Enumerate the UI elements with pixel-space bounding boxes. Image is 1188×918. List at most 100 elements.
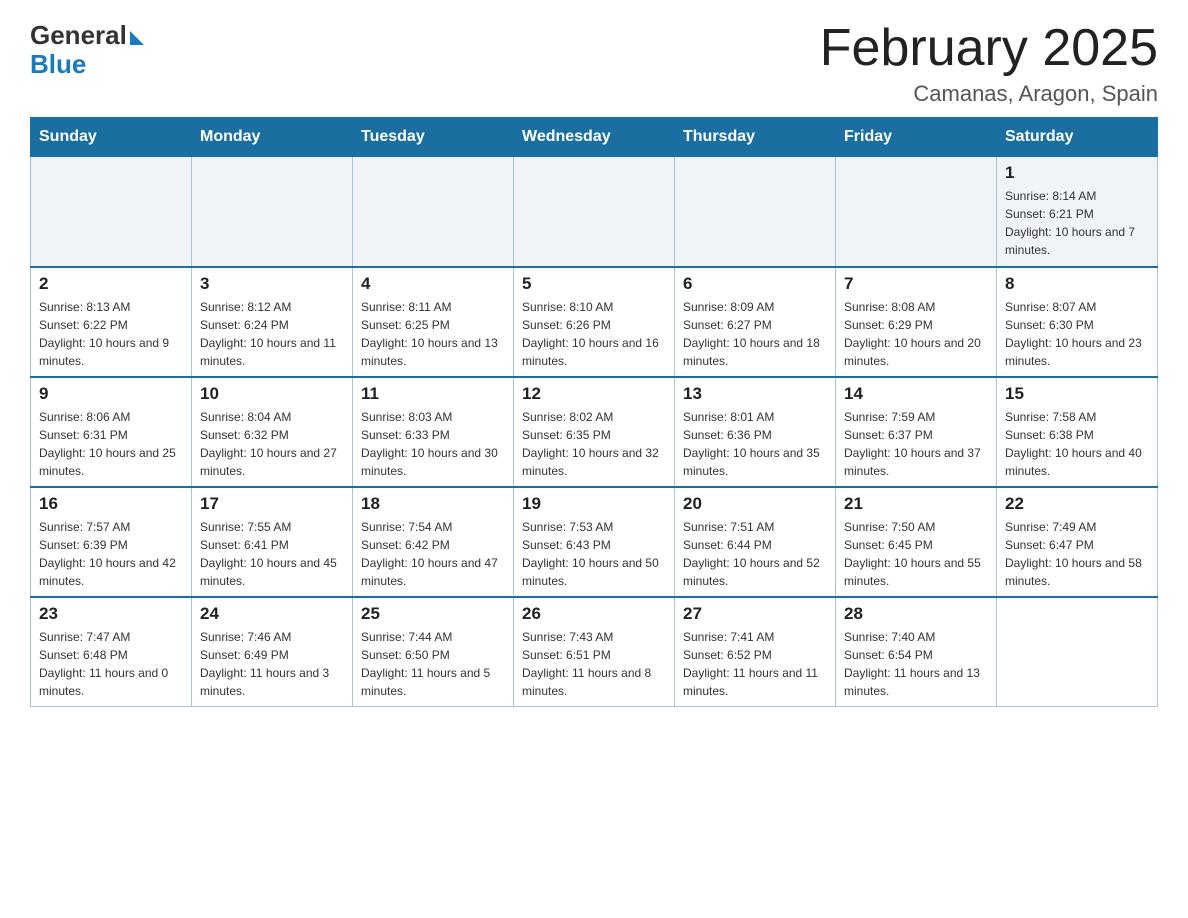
day-info: Sunrise: 8:14 AMSunset: 6:21 PMDaylight:… [1005, 187, 1149, 259]
day-info: Sunrise: 8:08 AMSunset: 6:29 PMDaylight:… [844, 298, 988, 370]
day-number: 15 [1005, 384, 1149, 404]
calendar-subtitle: Camanas, Aragon, Spain [820, 81, 1158, 107]
calendar-week-row: 1Sunrise: 8:14 AMSunset: 6:21 PMDaylight… [31, 157, 1158, 267]
day-number: 25 [361, 604, 505, 624]
day-info: Sunrise: 8:02 AMSunset: 6:35 PMDaylight:… [522, 408, 666, 480]
day-info: Sunrise: 7:50 AMSunset: 6:45 PMDaylight:… [844, 518, 988, 590]
calendar-week-row: 16Sunrise: 7:57 AMSunset: 6:39 PMDayligh… [31, 487, 1158, 597]
day-info: Sunrise: 7:41 AMSunset: 6:52 PMDaylight:… [683, 628, 827, 700]
day-info: Sunrise: 7:49 AMSunset: 6:47 PMDaylight:… [1005, 518, 1149, 590]
day-info: Sunrise: 7:58 AMSunset: 6:38 PMDaylight:… [1005, 408, 1149, 480]
logo: General Blue [30, 20, 144, 80]
calendar-cell [997, 597, 1158, 707]
day-info: Sunrise: 8:01 AMSunset: 6:36 PMDaylight:… [683, 408, 827, 480]
calendar-cell: 15 Sunrise: 7:58 AMSunset: 6:38 PMDayligh… [997, 377, 1158, 487]
calendar-cell: 7 Sunrise: 8:08 AMSunset: 6:29 PMDaylight… [836, 267, 997, 377]
day-number: 9 [39, 384, 183, 404]
day-number: 19 [522, 494, 666, 514]
calendar-cell: 2 Sunrise: 8:13 AMSunset: 6:22 PMDaylight… [31, 267, 192, 377]
day-info: Sunrise: 7:57 AMSunset: 6:39 PMDaylight:… [39, 518, 183, 590]
calendar-cell: 26Sunrise: 7:43 AMSunset: 6:51 PMDayligh… [514, 597, 675, 707]
day-info: Sunrise: 7:46 AMSunset: 6:49 PMDaylight:… [200, 628, 344, 700]
day-number: 27 [683, 604, 827, 624]
calendar-cell: 6 Sunrise: 8:09 AMSunset: 6:27 PMDaylight… [675, 267, 836, 377]
weekday-header-tuesday: Tuesday [353, 118, 514, 157]
logo-arrow-icon [130, 31, 144, 45]
day-number: 11 [361, 384, 505, 404]
weekday-header-sunday: Sunday [31, 118, 192, 157]
calendar-cell [192, 157, 353, 267]
day-number: 28 [844, 604, 988, 624]
calendar-cell [353, 157, 514, 267]
weekday-header-saturday: Saturday [997, 118, 1158, 157]
calendar-cell: 14Sunrise: 7:59 AMSunset: 6:37 PMDayligh… [836, 377, 997, 487]
day-info: Sunrise: 7:47 AMSunset: 6:48 PMDaylight:… [39, 628, 183, 700]
weekday-header-thursday: Thursday [675, 118, 836, 157]
calendar-cell: 28Sunrise: 7:40 AMSunset: 6:54 PMDayligh… [836, 597, 997, 707]
day-number: 10 [200, 384, 344, 404]
day-info: Sunrise: 7:53 AMSunset: 6:43 PMDaylight:… [522, 518, 666, 590]
calendar-title: February 2025 [820, 20, 1158, 77]
day-number: 7 [844, 274, 988, 294]
calendar-cell: 4 Sunrise: 8:11 AMSunset: 6:25 PMDaylight… [353, 267, 514, 377]
weekday-header-friday: Friday [836, 118, 997, 157]
day-info: Sunrise: 8:07 AMSunset: 6:30 PMDaylight:… [1005, 298, 1149, 370]
day-info: Sunrise: 8:13 AMSunset: 6:22 PMDaylight:… [39, 298, 183, 370]
calendar-cell: 3 Sunrise: 8:12 AMSunset: 6:24 PMDaylight… [192, 267, 353, 377]
calendar-cell: 12 Sunrise: 8:02 AMSunset: 6:35 PMDayligh… [514, 377, 675, 487]
calendar-cell: 21 Sunrise: 7:50 AMSunset: 6:45 PMDayligh… [836, 487, 997, 597]
day-number: 22 [1005, 494, 1149, 514]
day-number: 6 [683, 274, 827, 294]
day-info: Sunrise: 8:11 AMSunset: 6:25 PMDaylight:… [361, 298, 505, 370]
day-number: 4 [361, 274, 505, 294]
calendar-week-row: 9 Sunrise: 8:06 AMSunset: 6:31 PMDaylight… [31, 377, 1158, 487]
day-number: 13 [683, 384, 827, 404]
day-number: 17 [200, 494, 344, 514]
calendar-week-row: 23Sunrise: 7:47 AMSunset: 6:48 PMDayligh… [31, 597, 1158, 707]
day-number: 21 [844, 494, 988, 514]
calendar-cell: 22 Sunrise: 7:49 AMSunset: 6:47 PMDayligh… [997, 487, 1158, 597]
calendar-cell: 27 Sunrise: 7:41 AMSunset: 6:52 PMDayligh… [675, 597, 836, 707]
day-number: 14 [844, 384, 988, 404]
day-info: Sunrise: 7:51 AMSunset: 6:44 PMDaylight:… [683, 518, 827, 590]
calendar-cell: 19 Sunrise: 7:53 AMSunset: 6:43 PMDayligh… [514, 487, 675, 597]
day-number: 3 [200, 274, 344, 294]
calendar-cell: 13 Sunrise: 8:01 AMSunset: 6:36 PMDayligh… [675, 377, 836, 487]
calendar-week-row: 2 Sunrise: 8:13 AMSunset: 6:22 PMDaylight… [31, 267, 1158, 377]
calendar-cell [836, 157, 997, 267]
weekday-header-row: SundayMondayTuesdayWednesdayThursdayFrid… [31, 118, 1158, 157]
calendar-cell: 5 Sunrise: 8:10 AMSunset: 6:26 PMDaylight… [514, 267, 675, 377]
calendar-cell: 18 Sunrise: 7:54 AMSunset: 6:42 PMDayligh… [353, 487, 514, 597]
calendar-cell: 1Sunrise: 8:14 AMSunset: 6:21 PMDaylight… [997, 157, 1158, 267]
calendar-cell [31, 157, 192, 267]
calendar-cell [675, 157, 836, 267]
day-info: Sunrise: 8:06 AMSunset: 6:31 PMDaylight:… [39, 408, 183, 480]
logo-general-text: General [30, 20, 127, 51]
calendar-cell: 25 Sunrise: 7:44 AMSunset: 6:50 PMDayligh… [353, 597, 514, 707]
day-info: Sunrise: 8:03 AMSunset: 6:33 PMDaylight:… [361, 408, 505, 480]
calendar-cell: 10 Sunrise: 8:04 AMSunset: 6:32 PMDayligh… [192, 377, 353, 487]
calendar-cell: 24 Sunrise: 7:46 AMSunset: 6:49 PMDayligh… [192, 597, 353, 707]
calendar-cell: 11 Sunrise: 8:03 AMSunset: 6:33 PMDayligh… [353, 377, 514, 487]
day-info: Sunrise: 7:54 AMSunset: 6:42 PMDaylight:… [361, 518, 505, 590]
calendar-cell: 23Sunrise: 7:47 AMSunset: 6:48 PMDayligh… [31, 597, 192, 707]
day-number: 18 [361, 494, 505, 514]
day-number: 26 [522, 604, 666, 624]
day-info: Sunrise: 8:09 AMSunset: 6:27 PMDaylight:… [683, 298, 827, 370]
calendar-cell: 9 Sunrise: 8:06 AMSunset: 6:31 PMDaylight… [31, 377, 192, 487]
day-info: Sunrise: 8:10 AMSunset: 6:26 PMDaylight:… [522, 298, 666, 370]
weekday-header-wednesday: Wednesday [514, 118, 675, 157]
day-info: Sunrise: 7:44 AMSunset: 6:50 PMDaylight:… [361, 628, 505, 700]
day-info: Sunrise: 8:12 AMSunset: 6:24 PMDaylight:… [200, 298, 344, 370]
day-number: 2 [39, 274, 183, 294]
weekday-header-monday: Monday [192, 118, 353, 157]
title-block: February 2025 Camanas, Aragon, Spain [820, 20, 1158, 107]
day-number: 12 [522, 384, 666, 404]
day-info: Sunrise: 8:04 AMSunset: 6:32 PMDaylight:… [200, 408, 344, 480]
day-number: 5 [522, 274, 666, 294]
day-number: 24 [200, 604, 344, 624]
day-info: Sunrise: 7:55 AMSunset: 6:41 PMDaylight:… [200, 518, 344, 590]
calendar-cell: 20 Sunrise: 7:51 AMSunset: 6:44 PMDayligh… [675, 487, 836, 597]
calendar-cell: 16Sunrise: 7:57 AMSunset: 6:39 PMDayligh… [31, 487, 192, 597]
day-number: 20 [683, 494, 827, 514]
